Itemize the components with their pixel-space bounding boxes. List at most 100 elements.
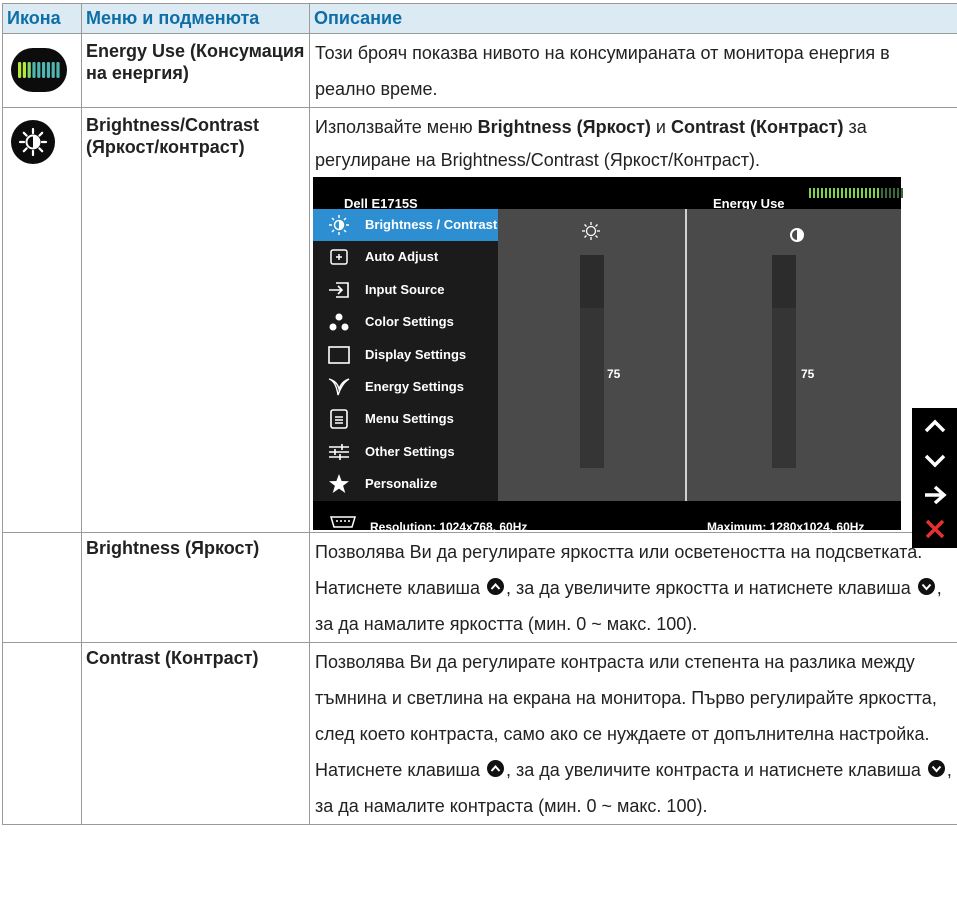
table-row: Energy Use (Консумация на енергия) Този … bbox=[2, 33, 957, 108]
energy-meter-tick bbox=[841, 188, 843, 198]
osd-menu-item-label: Energy Settings bbox=[365, 379, 464, 394]
osd-menu-item[interactable]: Other Settings bbox=[313, 436, 498, 468]
desc-contrast-text: Позволява Ви да регулирате контраста или… bbox=[315, 652, 937, 744]
header-icon: Икона bbox=[2, 3, 82, 34]
menu-contrast: Contrast (Контраст) bbox=[81, 642, 310, 825]
icon-cell-empty bbox=[2, 642, 82, 825]
energy-meter-tick bbox=[837, 188, 839, 198]
energy-icon-bar bbox=[27, 62, 31, 78]
energy-meter-tick bbox=[809, 188, 811, 198]
energy-icon-bar bbox=[37, 62, 41, 78]
energy-meter-tick bbox=[897, 188, 899, 198]
osd-menu-item-label: Auto Adjust bbox=[365, 249, 439, 265]
energy-meter-tick bbox=[845, 188, 847, 198]
energy-icon-bar bbox=[32, 62, 36, 78]
osd-menu-item-label: Display Settings bbox=[365, 346, 467, 362]
right-arrow-icon[interactable] bbox=[918, 480, 952, 510]
down-arrow-icon[interactable] bbox=[918, 446, 952, 476]
icon-cell bbox=[2, 33, 82, 108]
energy-meter-tick bbox=[885, 188, 887, 198]
monitor-side-keys bbox=[912, 408, 957, 548]
energy-meter-icon bbox=[11, 48, 67, 92]
energy-meter-tick bbox=[857, 188, 859, 198]
brightness-icon bbox=[313, 209, 365, 241]
osd-brightness-slider[interactable] bbox=[580, 255, 604, 468]
energy-icon-bar bbox=[46, 62, 50, 78]
up-arrow-icon[interactable] bbox=[918, 411, 952, 441]
osd-menu-item[interactable]: Brightness / Contrast bbox=[313, 209, 498, 241]
icon-cell-empty bbox=[2, 532, 82, 643]
energy-meter-tick bbox=[825, 188, 827, 198]
energy-meter-tick bbox=[893, 188, 895, 198]
osd-contrast-slider-fill bbox=[772, 308, 796, 468]
energy-settings-icon bbox=[313, 371, 365, 403]
desc-brightness-contrast: Използвайте меню Brightness (Яркост) и C… bbox=[309, 107, 957, 534]
osd-brightness-slider-fill bbox=[580, 308, 604, 468]
osd-menu-list: Brightness / Contrast Auto Adjust Input So… bbox=[313, 209, 498, 501]
energy-meter-tick bbox=[817, 188, 819, 198]
osd-menu-item-label: Other Settings bbox=[365, 443, 455, 459]
star-icon bbox=[313, 468, 365, 500]
down-key-icon bbox=[917, 578, 935, 595]
osd-energy-meter bbox=[809, 188, 903, 198]
osd-menu-item[interactable]: Display Settings bbox=[313, 339, 498, 371]
osd-menu-item[interactable]: Personalize bbox=[313, 468, 498, 500]
osd-menu-item[interactable]: Auto Adjust bbox=[313, 241, 498, 273]
energy-meter-tick bbox=[853, 188, 855, 198]
menu-settings-icon bbox=[313, 403, 365, 435]
display-settings-icon bbox=[313, 339, 365, 371]
other-settings-icon bbox=[313, 436, 365, 468]
energy-meter-tick bbox=[877, 188, 879, 198]
osd-menu-item[interactable]: Menu Settings bbox=[313, 403, 498, 435]
energy-meter-tick bbox=[889, 188, 891, 198]
osd-menu-item[interactable]: Color Settings bbox=[313, 306, 498, 338]
desc-energy-use: Този брояч показва нивото на консумирана… bbox=[309, 33, 957, 108]
energy-meter-tick bbox=[881, 188, 883, 198]
osd-menu-item-label: Personalize bbox=[365, 476, 438, 492]
input-source-icon bbox=[313, 274, 365, 306]
desc-brightness-keys: Натиснете клавиша , за да увеличите ярко… bbox=[315, 578, 942, 634]
energy-meter-tick bbox=[829, 188, 831, 198]
osd-panel-divider bbox=[685, 209, 687, 501]
energy-meter-tick bbox=[833, 188, 835, 198]
osd-brightness-glyph-icon bbox=[581, 217, 601, 253]
up-key-icon bbox=[486, 578, 504, 595]
energy-icon-bar bbox=[56, 62, 60, 78]
osd-menu-item[interactable]: Energy Settings bbox=[313, 371, 498, 403]
table-header-row: Икона Меню и подменюта Описание bbox=[2, 3, 957, 34]
vga-connector-icon bbox=[329, 507, 357, 543]
osd-contrast-value: 75 bbox=[801, 367, 815, 381]
osd-menu-item-label: Menu Settings bbox=[365, 411, 454, 427]
energy-meter-tick bbox=[873, 188, 875, 198]
osd-menu-item-label: Input Source bbox=[365, 281, 445, 297]
auto-adjust-icon bbox=[313, 241, 365, 273]
energy-icon-bar bbox=[18, 62, 22, 78]
energy-icon-bar bbox=[42, 62, 46, 78]
energy-meter-tick bbox=[849, 188, 851, 198]
color-settings-icon bbox=[313, 306, 365, 338]
osd-bottom-bar: Resolution: 1024x768, 60Hz Maximum: 1280… bbox=[313, 501, 901, 534]
osd-menu-item[interactable]: Input Source bbox=[313, 274, 498, 306]
desc-brightness-contrast-text: Използвайте меню Brightness (Яркост) и C… bbox=[315, 117, 867, 170]
osd-top-bar: Dell E1715S Energy Use bbox=[313, 177, 903, 211]
energy-icon-bar bbox=[22, 62, 26, 78]
osd-resolution: Resolution: 1024x768, 60Hz bbox=[370, 520, 528, 534]
desc-contrast: Позволява Ви да регулирате контраста или… bbox=[309, 642, 957, 825]
menu-brightness-contrast: Brightness/Contrast (Яркост/контраст) bbox=[81, 107, 310, 533]
header-menu: Меню и подменюта bbox=[81, 3, 310, 34]
osd-menu-item-label: Color Settings bbox=[365, 314, 454, 330]
osd-menu-item-label: Brightness / Contrast bbox=[365, 217, 498, 232]
desc-brightness: Позволява Ви да регулирате яркостта или … bbox=[309, 532, 957, 643]
osd-contrast-glyph-icon bbox=[789, 219, 805, 255]
header-description: Описание bbox=[309, 3, 957, 34]
close-x-icon[interactable] bbox=[918, 514, 952, 544]
brightness-contrast-icon bbox=[11, 120, 55, 164]
osd-maximum-resolution: Maximum: 1280x1024, 60Hz bbox=[707, 520, 865, 534]
icon-cell bbox=[2, 107, 82, 533]
table-row: Brightness (Яркост) Позволява Ви да регу… bbox=[2, 532, 957, 643]
table-row: Brightness/Contrast (Яркост/контраст) Из… bbox=[2, 107, 957, 534]
energy-meter-tick bbox=[813, 188, 815, 198]
osd-contrast-slider[interactable] bbox=[772, 255, 796, 468]
down-key-icon bbox=[927, 760, 945, 777]
energy-meter-tick bbox=[869, 188, 871, 198]
